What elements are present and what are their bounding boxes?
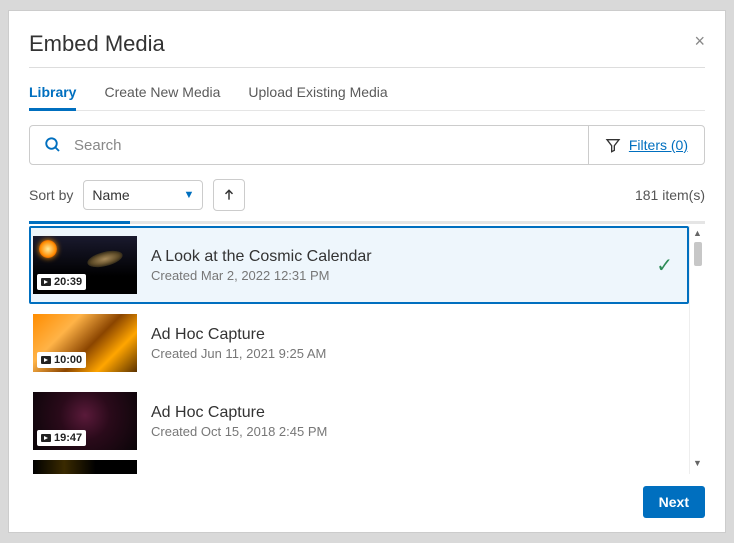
list-item[interactable]: 20:39 A Look at the Cosmic Calendar Crea… [29,226,689,304]
sort-row: Sort by Name ▼ 181 item(s) [29,179,705,211]
arrow-up-icon [222,188,236,202]
scroll-down-icon[interactable]: ▼ [693,458,702,472]
play-icon [41,434,51,442]
search-box[interactable] [30,126,588,164]
chevron-down-icon: ▼ [183,189,194,201]
duration-badge: 10:00 [37,352,86,368]
scroll-up-icon[interactable]: ▲ [693,228,702,242]
media-list[interactable]: 20:39 A Look at the Cosmic Calendar Crea… [29,226,689,474]
item-title: A Look at the Cosmic Calendar [151,248,656,266]
thumbnail [33,460,137,474]
play-icon [41,278,51,286]
duration-badge: 20:39 [37,274,86,290]
play-icon [41,356,51,364]
item-title: Ad Hoc Capture [151,326,681,344]
search-row: Filters (0) [29,125,705,165]
embed-media-dialog: Embed Media × Library Create New Media U… [8,10,726,533]
selected-check-icon: ✓ [656,253,673,278]
item-meta: Ad Hoc Capture Created Jun 11, 2021 9:25… [151,326,681,361]
item-meta: Ad Hoc Capture Created Oct 15, 2018 2:45… [151,404,681,439]
tab-upload-existing-media[interactable]: Upload Existing Media [248,78,387,110]
duration-badge: 19:47 [37,430,86,446]
dialog-body: Library Create New Media Upload Existing… [29,67,705,518]
tab-create-new-media[interactable]: Create New Media [104,78,220,110]
sort-value: Name [92,187,129,203]
sort-select[interactable]: Name ▼ [83,180,203,210]
search-icon [44,136,62,154]
filters-button[interactable]: Filters (0) [588,126,704,164]
dialog-title: Embed Media [29,31,165,57]
tab-bar: Library Create New Media Upload Existing… [29,68,705,111]
close-button[interactable]: × [694,31,705,52]
media-list-container: 20:39 A Look at the Cosmic Calendar Crea… [29,226,705,474]
tab-library[interactable]: Library [29,78,76,110]
item-count: 181 item(s) [635,187,705,203]
sort-label: Sort by [29,187,73,203]
filters-label: Filters (0) [629,137,688,153]
dialog-footer: Next [29,486,705,518]
thumbnail: 20:39 [33,236,137,294]
list-item[interactable]: 19:47 Ad Hoc Capture Created Oct 15, 201… [29,382,689,460]
scroll-thumb[interactable] [694,242,702,266]
item-subtitle: Created Oct 15, 2018 2:45 PM [151,424,681,439]
search-input[interactable] [74,137,574,154]
item-subtitle: Created Mar 2, 2022 12:31 PM [151,268,656,283]
thumbnail: 10:00 [33,314,137,372]
list-item[interactable]: 10:00 Ad Hoc Capture Created Jun 11, 202… [29,304,689,382]
item-meta: A Look at the Cosmic Calendar Created Ma… [151,248,656,283]
scroll-track[interactable] [694,242,702,458]
thumbnail: 19:47 [33,392,137,450]
list-item[interactable] [29,460,689,474]
item-subtitle: Created Jun 11, 2021 9:25 AM [151,346,681,361]
item-title: Ad Hoc Capture [151,404,681,422]
scrollbar[interactable]: ▲ ▼ [689,226,705,474]
sort-direction-button[interactable] [213,179,245,211]
dialog-header: Embed Media × [9,11,725,67]
filter-icon [605,137,621,153]
progress-bar [29,221,705,224]
next-button[interactable]: Next [643,486,705,518]
